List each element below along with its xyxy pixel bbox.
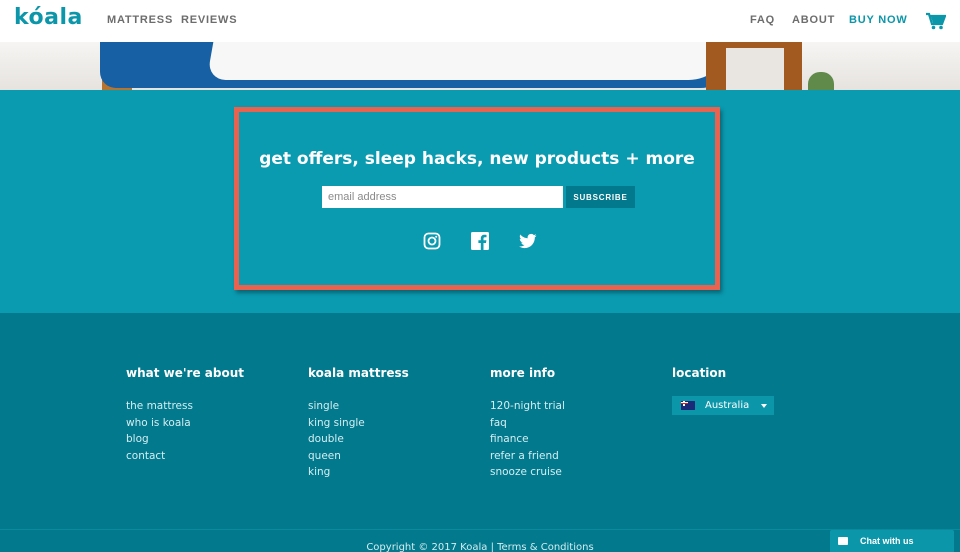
- newsletter-heading: get offers, sleep hacks, new products + …: [259, 149, 695, 169]
- footer-link[interactable]: king: [308, 464, 365, 481]
- nav-about[interactable]: ABOUT: [792, 14, 835, 26]
- footer-link[interactable]: double: [308, 431, 365, 448]
- copyright-text: Copyright © 2017 Koala | Terms & Conditi…: [366, 542, 594, 552]
- footer-link[interactable]: snooze cruise: [490, 464, 565, 481]
- footer-link[interactable]: single: [308, 398, 365, 415]
- footer-heading-about: what we're about: [126, 366, 244, 380]
- koala-logo[interactable]: kóala: [14, 5, 83, 30]
- footer-heading-more-info: more info: [490, 366, 556, 380]
- subscribe-button[interactable]: SUBSCRIBE: [566, 186, 635, 208]
- footer-links-more-info: 120-night trial faq finance refer a frie…: [490, 398, 565, 481]
- footer-links-mattress: single king single double queen king: [308, 398, 365, 481]
- footer-link[interactable]: blog: [126, 431, 193, 448]
- chat-widget[interactable]: Chat with us: [830, 530, 954, 552]
- footer-link[interactable]: contact: [126, 448, 193, 465]
- location-select-value: Australia: [705, 400, 750, 411]
- location-select[interactable]: Australia: [672, 396, 774, 415]
- australia-flag-icon: [681, 401, 695, 410]
- envelope-icon: [838, 537, 848, 545]
- footer-link[interactable]: the mattress: [126, 398, 193, 415]
- footer-link[interactable]: refer a friend: [490, 448, 565, 465]
- email-input[interactable]: [322, 186, 563, 208]
- footer-divider: [0, 529, 960, 530]
- site-header: kóala MATTRESS REVIEWS FAQ ABOUT BUY NOW: [0, 0, 960, 42]
- footer-link[interactable]: queen: [308, 448, 365, 465]
- hero-image: [0, 42, 960, 90]
- hero-sheet: [206, 42, 734, 80]
- footer-link[interactable]: 120-night trial: [490, 398, 565, 415]
- footer-links-about: the mattress who is koala blog contact: [126, 398, 193, 464]
- footer-heading-mattress: koala mattress: [308, 366, 409, 380]
- chevron-down-icon: [761, 404, 767, 408]
- hero-chair-gap: [726, 48, 784, 90]
- footer-link[interactable]: finance: [490, 431, 565, 448]
- twitter-icon[interactable]: [519, 232, 537, 250]
- footer-link[interactable]: king single: [308, 415, 365, 432]
- footer-link[interactable]: faq: [490, 415, 565, 432]
- instagram-icon[interactable]: [423, 232, 441, 250]
- facebook-icon[interactable]: [471, 232, 489, 250]
- shopping-cart-icon[interactable]: [926, 12, 946, 30]
- hero-plant: [808, 72, 834, 90]
- nav-reviews[interactable]: REVIEWS: [181, 14, 237, 26]
- chat-label: Chat with us: [860, 536, 914, 546]
- nav-faq[interactable]: FAQ: [750, 14, 775, 26]
- nav-buy-now[interactable]: BUY NOW: [849, 14, 908, 26]
- footer-heading-location: location: [672, 366, 727, 380]
- footer-link[interactable]: who is koala: [126, 415, 193, 432]
- nav-mattress[interactable]: MATTRESS: [107, 14, 173, 26]
